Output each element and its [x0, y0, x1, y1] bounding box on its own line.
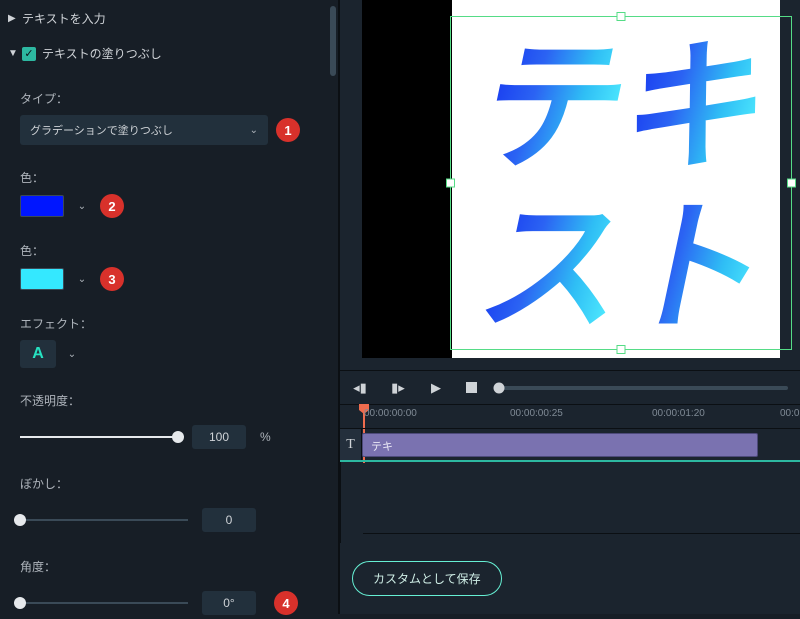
- text-selection-frame[interactable]: テ キ ス ト: [450, 16, 792, 350]
- ruler-tick: 00:00:00:25: [510, 408, 563, 419]
- callout-marker-2: 2: [100, 194, 124, 218]
- ruler-tick: 00:00:00:00: [364, 408, 417, 419]
- save-custom-button[interactable]: カスタムとして保存: [352, 561, 502, 596]
- collapse-icon: ▼: [8, 48, 22, 59]
- opacity-value[interactable]: 100: [192, 425, 246, 449]
- color1-swatch[interactable]: [20, 195, 64, 217]
- section-text-input[interactable]: ▶ テキストを入力: [0, 4, 338, 33]
- progress-bar[interactable]: [499, 386, 788, 390]
- callout-marker-1: 1: [276, 118, 300, 142]
- angle-value[interactable]: 0°: [202, 591, 256, 615]
- blur-label: ぼかし：: [20, 475, 318, 492]
- section-label: テキストの塗りつぶし: [42, 45, 326, 62]
- section-label: テキストを入力: [22, 10, 326, 27]
- callout-marker-4: 4: [274, 591, 298, 615]
- progress-knob[interactable]: [494, 382, 505, 393]
- expand-icon: ▶: [8, 13, 22, 24]
- callout-marker-3: 3: [100, 267, 124, 291]
- color1-dropdown[interactable]: ⌄: [72, 195, 92, 217]
- effect-label: エフェクト：: [20, 315, 318, 332]
- ruler-tick: 00:0: [780, 408, 799, 419]
- opacity-slider[interactable]: [20, 430, 178, 444]
- color2-label: 色：: [20, 242, 318, 259]
- color2-swatch[interactable]: [20, 268, 64, 290]
- timeline-track[interactable]: T テキ: [340, 428, 800, 462]
- chevron-down-icon: ⌄: [250, 125, 258, 136]
- color2-dropdown[interactable]: ⌄: [72, 268, 92, 290]
- type-value: グラデーションで塗りつぶし: [30, 122, 173, 138]
- type-select[interactable]: グラデーションで塗りつぶし ⌄: [20, 115, 268, 145]
- ruler-tick: 00:00:01:20: [652, 408, 705, 419]
- preview-and-timeline: テ キ ス ト ◂▮ ▮▸ ▶ 00:00:00:00 00:00:00:25 …: [340, 0, 800, 614]
- track-type-icon: T: [340, 429, 362, 460]
- angle-label: 角度：: [20, 558, 318, 575]
- angle-slider[interactable]: [20, 596, 188, 610]
- stop-button[interactable]: [466, 382, 477, 393]
- opacity-label: 不透明度：: [20, 392, 318, 409]
- properties-panel: ▶ テキストを入力 ▼ ✓ テキストの塗りつぶし タイプ： グラデーションで塗り…: [0, 0, 340, 614]
- effect-preset[interactable]: A: [20, 340, 56, 368]
- type-label: タイプ：: [20, 90, 318, 107]
- blur-value[interactable]: 0: [202, 508, 256, 532]
- blur-slider[interactable]: [20, 513, 188, 527]
- transport-bar: ◂▮ ▮▸ ▶: [340, 370, 800, 404]
- effect-dropdown[interactable]: ⌄: [62, 343, 82, 365]
- opacity-unit: %: [260, 430, 280, 444]
- time-ruler[interactable]: 00:00:00:00 00:00:00:25 00:00:01:20 00:0: [340, 404, 800, 428]
- checkbox-fill-enabled[interactable]: ✓: [22, 47, 36, 61]
- section-fill[interactable]: ▼ ✓ テキストの塗りつぶし: [0, 39, 338, 68]
- step-forward-button[interactable]: ▮▸: [390, 380, 406, 396]
- text-clip[interactable]: テキ: [362, 433, 758, 457]
- panel-scrollbar[interactable]: [330, 4, 336, 610]
- preview-area: テ キ ス ト: [340, 0, 800, 370]
- play-button[interactable]: ▶: [428, 380, 444, 396]
- preview-sample-text: テ キ ス ト: [451, 17, 791, 349]
- step-back-button[interactable]: ◂▮: [352, 380, 368, 396]
- preview-canvas[interactable]: テ キ ス ト: [362, 0, 780, 358]
- color1-label: 色：: [20, 169, 318, 186]
